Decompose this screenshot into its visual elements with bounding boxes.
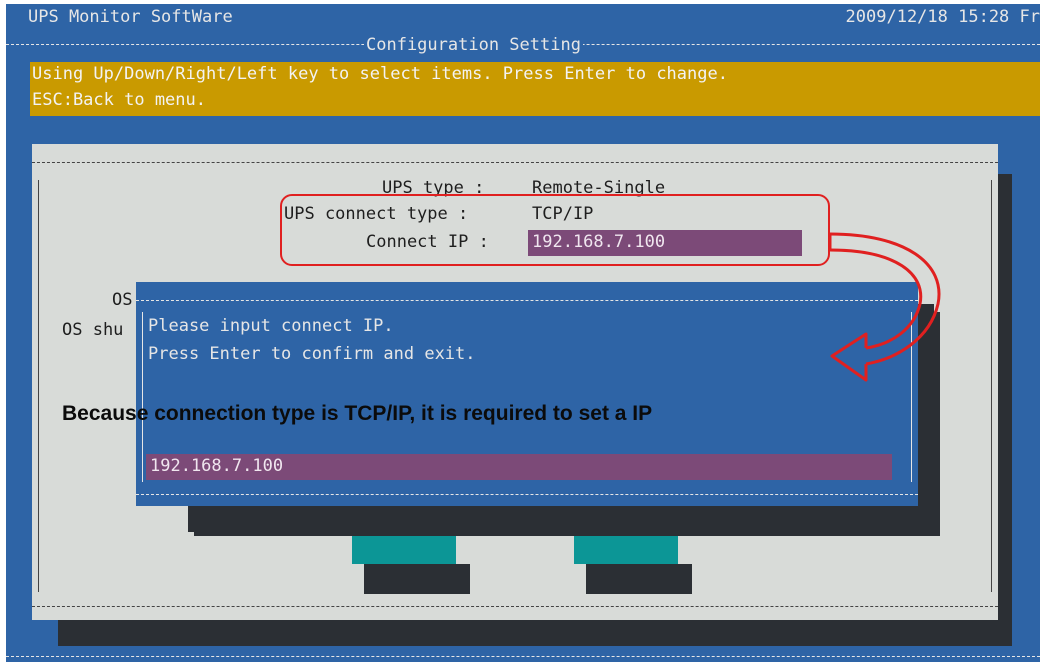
cancel-button[interactable] xyxy=(574,536,678,564)
os-shutdown-label-partial: OS shu xyxy=(62,320,124,340)
dialog-message-1: Please input connect IP. xyxy=(148,316,394,336)
help-line-2: ESC:Back to menu. xyxy=(32,90,206,110)
button-2-shadow xyxy=(586,564,692,594)
curved-arrow-icon xyxy=(828,232,941,382)
section-header: Configuration Setting xyxy=(6,34,1040,56)
ip-input-dialog: Please input connect IP. Press Enter to … xyxy=(136,282,918,506)
date-time: 2009/12/18 15:28 Fr xyxy=(845,7,1040,27)
bottom-divider xyxy=(6,656,1040,657)
section-title: Configuration Setting xyxy=(364,35,583,55)
ip-input-field[interactable]: 192.168.7.100 xyxy=(146,454,892,480)
panel-bottom-border xyxy=(32,606,998,607)
dialog-left-border xyxy=(142,312,143,482)
app-title: UPS Monitor SoftWare xyxy=(28,7,233,27)
help-bar: Using Up/Down/Right/Left key to select i… xyxy=(30,62,1040,116)
dialog-message-2: Press Enter to confirm and exit. xyxy=(148,344,476,364)
ip-input-value: 192.168.7.100 xyxy=(150,456,284,476)
dialog-bottom-border xyxy=(136,494,918,495)
dialog-top-border xyxy=(136,300,918,301)
ok-button[interactable] xyxy=(352,536,456,564)
terminal-screen: UPS Monitor SoftWare 2009/12/18 15:28 Fr… xyxy=(6,4,1040,662)
highlight-box xyxy=(280,194,830,266)
button-1-shadow xyxy=(364,564,470,594)
help-line-1: Using Up/Down/Right/Left key to select i… xyxy=(32,64,728,84)
panel-left-border xyxy=(38,180,39,592)
annotation-text: Because connection type is TCP/IP, it is… xyxy=(62,402,653,425)
os-label-partial: OS xyxy=(112,290,133,310)
panel-top-border xyxy=(32,162,998,163)
panel-right-border xyxy=(991,180,992,592)
